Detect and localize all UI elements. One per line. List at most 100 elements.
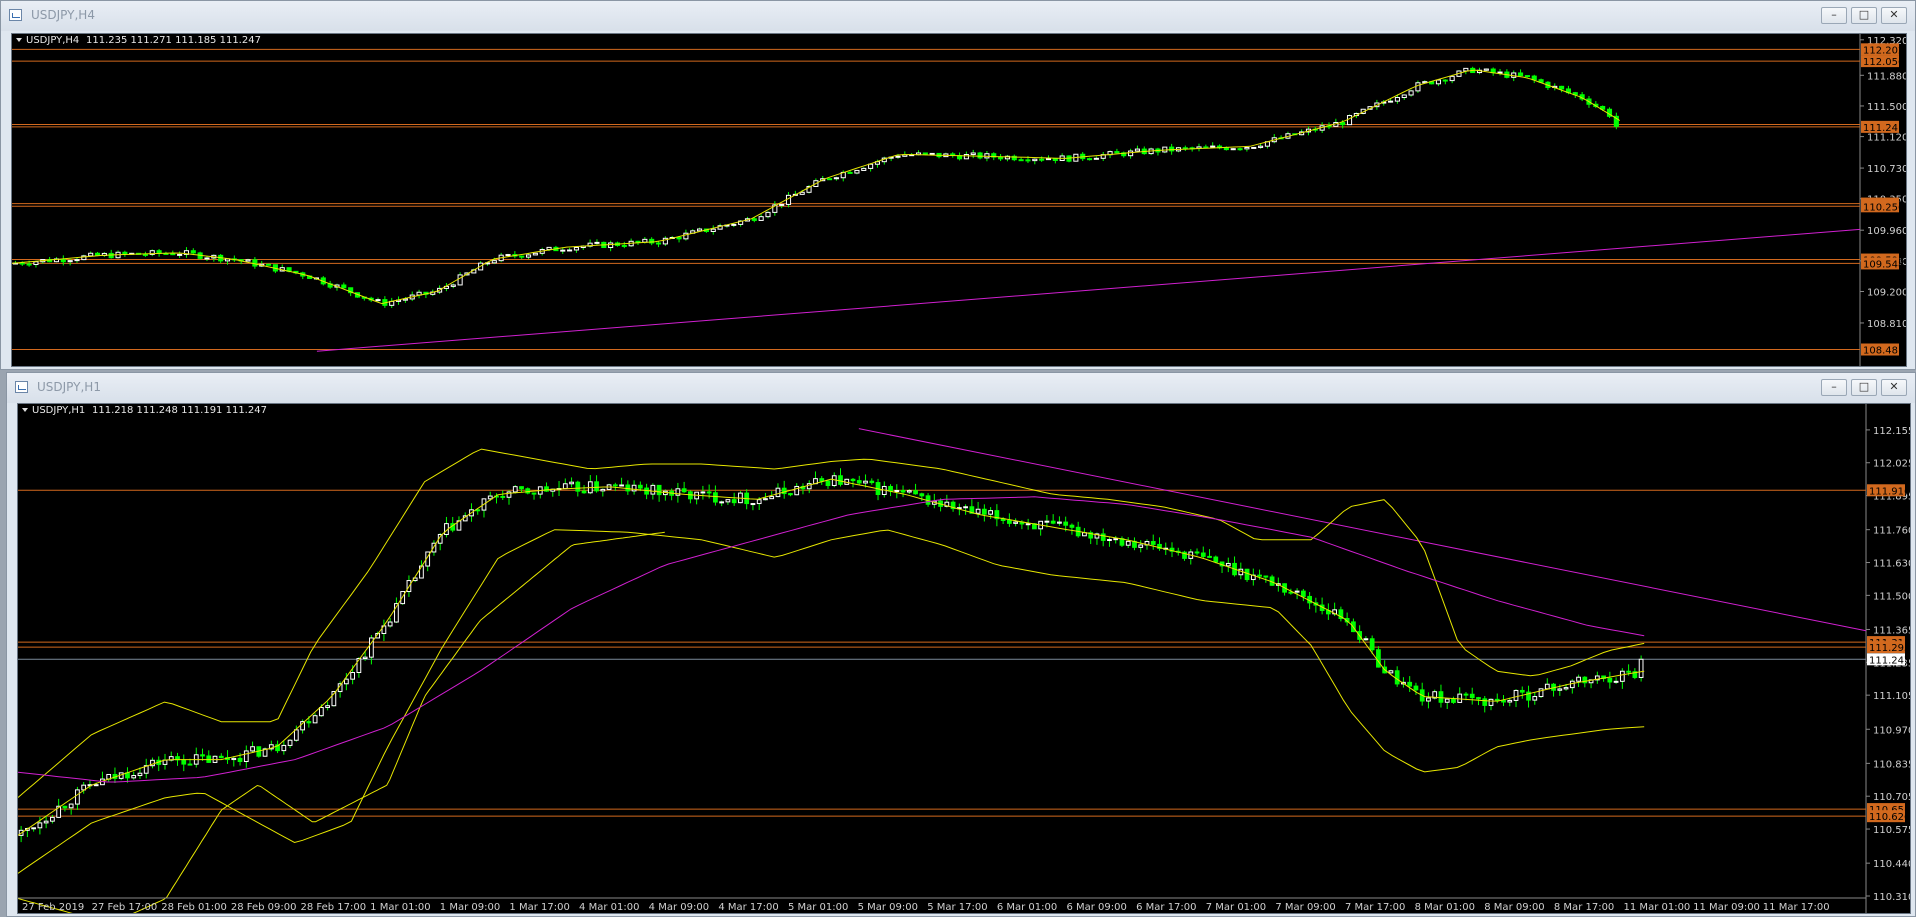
minimize-button[interactable]: – [1821,379,1847,396]
time-tick-label: 8 Mar 01:00 [1415,902,1475,913]
candle-body [519,255,525,258]
candle-body [1044,520,1050,523]
symbol-label: USDJPY,H1 [32,405,85,416]
candle-body [281,744,287,752]
candle-body [237,757,243,763]
candle-body [1300,590,1306,597]
candle-body [1442,79,1448,82]
candle-body [243,750,249,763]
menu-arrow-icon[interactable] [22,408,28,412]
candle-body [1150,541,1156,545]
candle-body [929,152,935,155]
candle-body [1363,638,1369,641]
time-tick-label: 6 Mar 09:00 [1066,902,1126,913]
candle-body [863,480,868,484]
candle-body [181,759,187,765]
candle-body [833,177,839,180]
price-level-label: 112.056 [1863,57,1904,68]
price-tick-label: 109.960 [1867,226,1906,237]
candle-body [1207,555,1212,558]
candle-body [847,171,853,174]
candle-body [819,478,825,482]
candle-body [306,721,312,724]
candle-body [700,491,706,494]
candle-body [1531,75,1537,81]
candle-body [621,244,627,247]
candle-body [1069,524,1075,528]
candle-body [625,484,631,492]
candle-body [656,484,662,496]
candle-body [913,490,918,495]
candle-body [519,486,524,490]
time-tick-label: 7 Mar 09:00 [1275,902,1335,913]
candle-body [1251,146,1257,149]
time-tick-label: 11 Mar 17:00 [1763,902,1830,913]
candle-body [1194,551,1200,554]
minimize-button[interactable]: – [1821,7,1847,24]
time-tick-label: 28 Feb 09:00 [231,902,297,913]
window-titlebar[interactable]: USDJPY,H4 – □ ✕ [1,1,1915,31]
close-button[interactable]: ✕ [1881,379,1907,396]
candle-body [1518,72,1524,77]
candle-body [894,490,900,493]
candle-body [827,178,833,181]
price-tick-label: 110.310 [1873,892,1910,903]
candle-body [1100,533,1106,541]
window-title: USDJPY,H4 [31,8,95,22]
candle-body [1613,680,1619,683]
candle-body [573,247,579,251]
maximize-button[interactable]: □ [1851,7,1877,24]
window-titlebar[interactable]: USDJPY,H1 – □ ✕ [7,373,1915,403]
menu-arrow-icon[interactable] [16,38,22,42]
candle-body [293,729,299,741]
candle-body [888,485,893,492]
chart-window-h4[interactable]: USDJPY,H4 – □ ✕ USDJPY,H4 111.235 111.27… [0,0,1916,370]
candle-body [850,478,856,482]
candle-body [187,763,193,766]
candle-body [312,715,318,724]
candle-body [569,481,574,485]
candle-body [1488,698,1494,706]
price-tick-label: 111.760 [1873,526,1910,537]
time-tick-label: 8 Mar 09:00 [1484,902,1544,913]
candle-body [177,253,183,256]
chart-canvas[interactable]: USDJPY,H4 111.235 111.271 111.185 111.24… [12,34,1906,366]
candle-body [1497,71,1503,74]
close-button[interactable]: ✕ [1881,7,1907,24]
price-chart[interactable]: USDJPY,H1 111.218 111.248 111.191 111.24… [17,403,1911,914]
chart-canvas[interactable]: USDJPY,H1 111.218 111.248 111.191 111.24… [18,404,1910,913]
candle-body [525,254,532,258]
candle-body [1057,521,1062,524]
price-chart[interactable]: USDJPY,H4 111.235 111.271 111.185 111.24… [11,33,1907,367]
candle-body [1244,146,1250,150]
candle-body [491,260,497,264]
price-tick-label: 108.810 [1867,319,1906,330]
candle-body [1482,698,1488,706]
price-tick-label: 110.705 [1873,792,1910,803]
ohlc-label: 111.235 111.271 111.185 111.247 [86,35,261,46]
candle-body [831,475,837,487]
price-tick-label: 111.105 [1873,691,1910,702]
candle-body [775,487,781,498]
candle-body [137,772,143,777]
candle-body [1435,79,1442,85]
candle-body [1619,670,1625,682]
candle-body [1413,685,1419,691]
candle-body [50,816,55,822]
bollinger-lower-line [18,529,1645,874]
candle-body [637,484,643,489]
candle-body [1052,158,1058,161]
chart-window-h1[interactable]: USDJPY,H1 – □ ✕ USDJPY,H1 111.218 111.24… [6,372,1916,917]
candle-body [756,499,762,505]
candle-body [1457,693,1463,703]
ohlc-label: 111.218 111.248 111.191 111.247 [92,405,267,416]
candle-body [1569,680,1575,689]
price-tick-label: 111.365 [1873,625,1910,636]
candle-body [725,499,731,503]
candle-body [19,262,25,265]
candle-body [575,481,581,492]
candle-body [88,252,94,257]
candle-body [33,261,39,265]
candle-body [1063,521,1069,526]
maximize-button[interactable]: □ [1851,379,1877,396]
